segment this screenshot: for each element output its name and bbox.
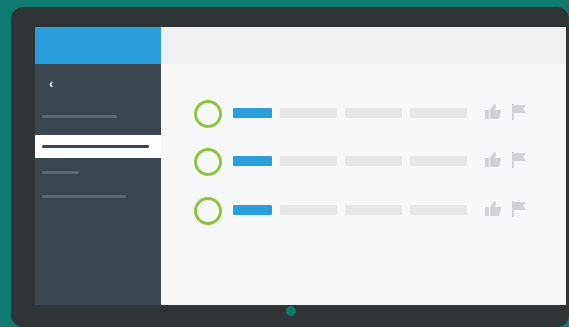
item-title-bar <box>233 205 272 215</box>
sidebar-item-4[interactable] <box>42 195 126 198</box>
webcam-dot <box>286 306 296 316</box>
sidebar-item-active-label <box>42 145 149 148</box>
circle-outline-icon[interactable] <box>194 197 222 225</box>
circle-outline-icon[interactable] <box>194 148 222 176</box>
item-placeholder-bar <box>410 205 467 215</box>
thumbs-up-icon[interactable] <box>484 200 502 218</box>
item-title-bar <box>233 108 272 118</box>
item-placeholder-bar <box>410 156 467 166</box>
flag-icon[interactable] <box>510 103 528 121</box>
item-placeholder-bar <box>280 205 337 215</box>
item-title-bar <box>233 156 272 166</box>
sidebar-item-1[interactable] <box>42 115 117 118</box>
item-placeholder-bar <box>345 156 402 166</box>
thumbs-up-icon[interactable] <box>484 103 502 121</box>
top-bar <box>161 27 566 64</box>
sidebar-header <box>35 27 161 64</box>
sidebar-item-3[interactable] <box>42 171 79 174</box>
item-placeholder-bar <box>280 108 337 118</box>
list-item[interactable] <box>194 98 534 128</box>
item-placeholder-bar <box>410 108 467 118</box>
item-placeholder-bar <box>280 156 337 166</box>
flag-icon[interactable] <box>510 200 528 218</box>
item-placeholder-bar <box>345 205 402 215</box>
sidebar: ‹ <box>35 27 161 305</box>
thumbs-up-icon[interactable] <box>484 151 502 169</box>
list-item[interactable] <box>194 146 534 176</box>
flag-icon[interactable] <box>510 151 528 169</box>
sidebar-item-active[interactable] <box>35 135 161 158</box>
item-placeholder-bar <box>345 108 402 118</box>
list-item[interactable] <box>194 195 534 225</box>
app-screen: ‹ <box>35 27 566 305</box>
monitor-frame: ‹ <box>11 7 569 327</box>
circle-outline-icon[interactable] <box>194 100 222 128</box>
back-chevron-icon[interactable]: ‹ <box>49 77 63 91</box>
